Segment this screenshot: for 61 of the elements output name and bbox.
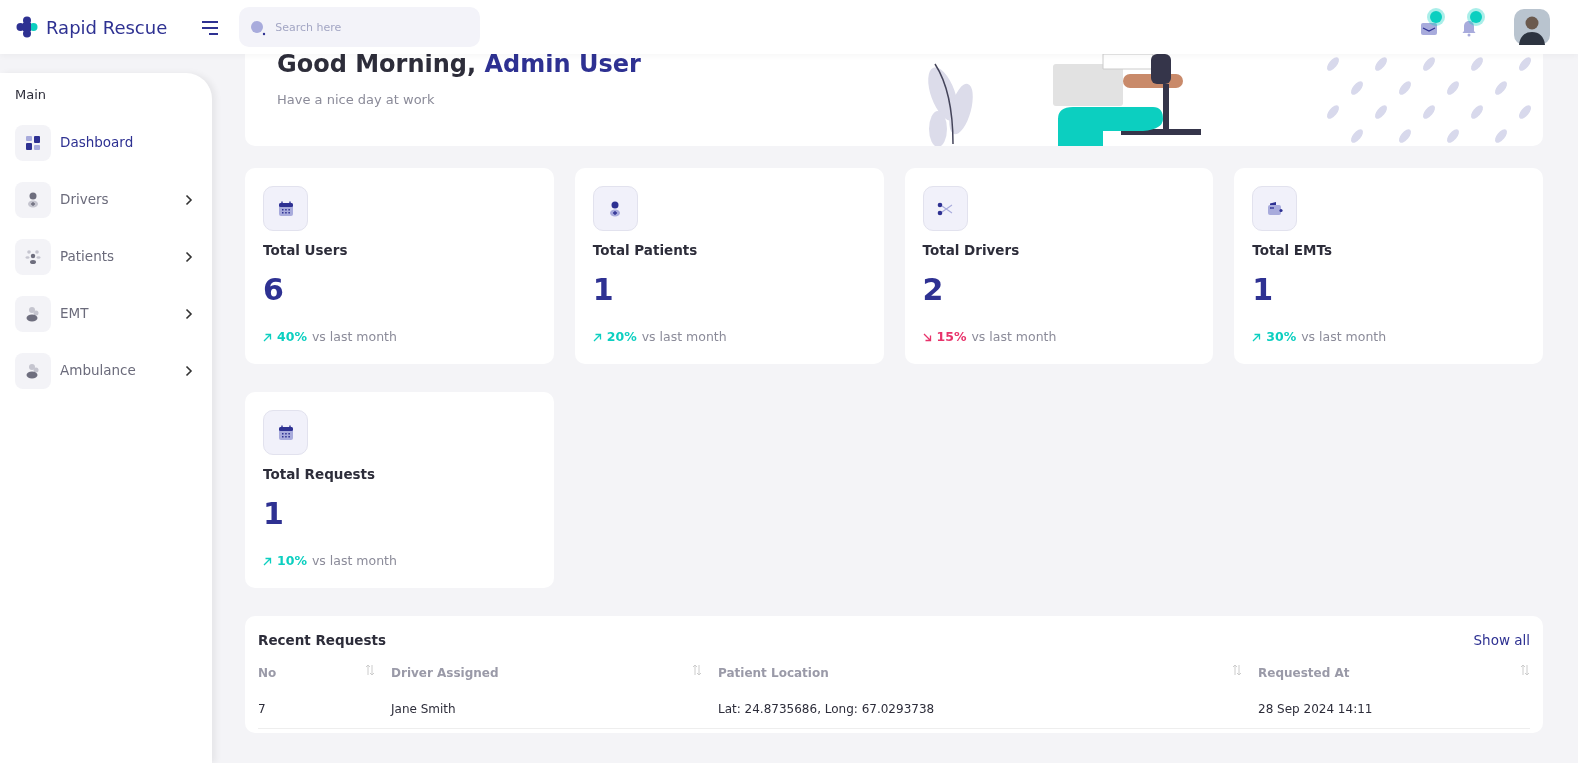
- stat-title: Total Patients: [592, 241, 699, 260]
- calendar-icon: [276, 199, 295, 218]
- stat-value: 6: [263, 272, 285, 309]
- change-note: vs last month: [311, 552, 397, 571]
- greeting-subtitle: Have a nice day at work: [277, 91, 436, 109]
- stat-value: 1: [592, 272, 615, 309]
- sidebar-item[interactable]: Dashboard: [15, 124, 197, 161]
- column-header[interactable]: No: [258, 664, 277, 683]
- sort-icon[interactable]: [1232, 664, 1242, 677]
- section-label: Main: [15, 86, 48, 104]
- greeting-heading: Good Morning, Admin User: [277, 54, 642, 80]
- table-cell: Lat: 24.8735686, Long: 67.0293738: [718, 702, 935, 717]
- chevron-icon: [185, 308, 193, 321]
- bell-icon: [1460, 18, 1478, 37]
- sidebar-item[interactable]: Ambulance: [15, 352, 197, 389]
- grid-icon: [24, 133, 42, 152]
- change-percent: 10%: [277, 552, 307, 571]
- column-header[interactable]: Driver Assigned: [391, 664, 499, 683]
- arrow-up-right-icon: [592, 333, 602, 343]
- change-percent: 40%: [277, 328, 307, 347]
- group-icon: [24, 247, 42, 266]
- change-percent: 15%: [936, 328, 967, 347]
- change-note: vs last month: [971, 328, 1057, 347]
- table-cell: Jane Smith: [391, 702, 456, 717]
- sort-icon[interactable]: [692, 664, 702, 677]
- calendar-icon: [276, 423, 295, 442]
- card-title: Recent Requests: [258, 631, 386, 650]
- chevron-icon: [185, 194, 193, 207]
- change-note: vs last month: [311, 328, 397, 347]
- sidebar-item[interactable]: EMT: [15, 295, 197, 332]
- column-header[interactable]: Patient Location: [718, 664, 829, 683]
- show-all-link[interactable]: Show all: [1473, 630, 1530, 651]
- arrow-up-right-icon: [1252, 333, 1262, 343]
- sidebar-item[interactable]: Drivers: [15, 181, 197, 218]
- sort-icon[interactable]: [1520, 664, 1530, 677]
- wallet-icon: [1265, 199, 1284, 218]
- table-cell: 28 Sep 2024 14:11: [1258, 702, 1373, 717]
- stat-value: 1: [1252, 272, 1275, 309]
- avatar[interactable]: [1514, 9, 1550, 45]
- column-header[interactable]: Requested At: [1258, 664, 1350, 683]
- chevron-icon: [185, 251, 193, 264]
- change-percent: 20%: [606, 328, 637, 347]
- brand-name: Rapid Rescue: [46, 15, 168, 40]
- change-note: vs last month: [1301, 328, 1387, 347]
- stat-title: Total EMTs: [1252, 241, 1333, 260]
- stat-value: 1: [263, 496, 285, 533]
- arrow-up-right-icon: [263, 557, 272, 567]
- logo-icon: [16, 16, 38, 38]
- table-cell: 7: [258, 702, 266, 717]
- arrow-up-right-icon: [263, 333, 272, 343]
- stat-value: 2: [922, 272, 945, 309]
- stat-title: Total Requests: [263, 465, 377, 484]
- change-percent: 30%: [1266, 328, 1297, 347]
- arrow-down-right-icon: [922, 333, 932, 343]
- change-note: vs last month: [641, 328, 727, 347]
- stat-title: Total Drivers: [922, 241, 1021, 260]
- sort-icon[interactable]: [365, 664, 375, 677]
- stat-title: Total Users: [263, 241, 349, 260]
- search-field[interactable]: Search here: [239, 7, 481, 47]
- sidebar-item[interactable]: Patients: [15, 238, 197, 275]
- chevron-icon: [185, 365, 193, 378]
